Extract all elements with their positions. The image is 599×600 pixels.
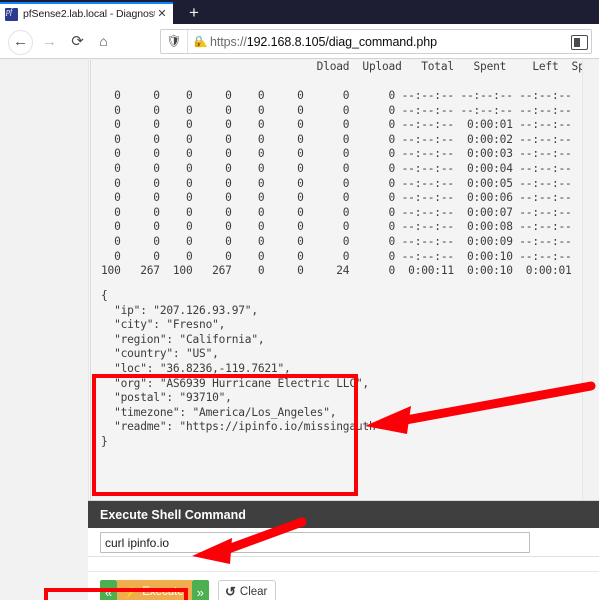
- shield-icon[interactable]: 🛡: [161, 30, 188, 53]
- curl-progress-rows: 0 0 0 0 0 0 0 0 --:--:-- --:--:-- --:--:…: [101, 89, 572, 278]
- browser-tab-pfsense[interactable]: pfSense2.lab.local - Diagnostics ✕: [0, 2, 173, 24]
- panel-title: Execute Shell Command: [88, 500, 599, 528]
- command-button-row: « ⚡ Execute » ↻ Clear: [88, 572, 599, 600]
- forward-icon[interactable]: →: [38, 30, 61, 53]
- address-bar[interactable]: 🛡 🔒 https://192.168.8.105/diag_command.p…: [160, 29, 592, 54]
- execute-button[interactable]: ⚡ Execute: [117, 580, 192, 600]
- command-output-panel: % Total % Received % Xferd Average Speed…: [88, 60, 583, 556]
- url-text: https://192.168.8.105/diag_command.php: [210, 35, 591, 49]
- execute-shell-command-panel: Execute Shell Command « ⚡ Execute » ↻ Cl…: [88, 500, 599, 600]
- undo-arrow-icon: ↻: [224, 584, 236, 599]
- home-icon[interactable]: ⌂: [92, 30, 115, 53]
- reader-mode-icon[interactable]: [571, 35, 588, 50]
- page-viewport: % Total % Received % Xferd Average Speed…: [0, 60, 599, 600]
- ipinfo-json-output: { "ip": "207.126.93.97", "city": "Fresno…: [101, 289, 383, 448]
- url-host-path: 192.168.8.105/diag_command.php: [246, 34, 437, 49]
- navigation-toolbar: ← → ⟳ ⌂ 🛡 🔒 https://192.168.8.105/diag_c…: [0, 24, 599, 59]
- execute-button-label: Execute: [142, 586, 184, 598]
- panel-divider: [88, 557, 599, 572]
- curl-progress-header: % Total % Received % Xferd Average Speed…: [316, 60, 582, 73]
- padlock-warning-icon[interactable]: 🔒: [188, 35, 210, 48]
- warning-triangle-icon: [199, 40, 207, 47]
- lightning-bolt-icon: ⚡: [123, 585, 139, 599]
- back-icon[interactable]: ←: [8, 30, 33, 55]
- shell-command-input[interactable]: [100, 532, 530, 553]
- tab-strip: pfSense2.lab.local - Diagnostics ✕ +: [0, 0, 599, 24]
- url-scheme: https://: [210, 34, 247, 49]
- close-icon[interactable]: ✕: [155, 7, 169, 21]
- tab-title: pfSense2.lab.local - Diagnostics: [23, 8, 155, 20]
- clear-button[interactable]: ↻ Clear: [217, 580, 277, 600]
- command-output-scroll[interactable]: % Total % Received % Xferd Average Speed…: [90, 60, 582, 551]
- command-input-row: [88, 528, 599, 557]
- previous-command-button[interactable]: «: [100, 580, 118, 600]
- new-tab-button[interactable]: +: [184, 3, 204, 23]
- browser-window: pfSense2.lab.local - Diagnostics ✕ + ← →…: [0, 0, 599, 600]
- next-command-button[interactable]: »: [191, 580, 209, 600]
- pfsense-favicon-icon: [5, 7, 18, 21]
- reload-icon[interactable]: ⟳: [66, 30, 89, 53]
- clear-button-label: Clear: [239, 586, 268, 598]
